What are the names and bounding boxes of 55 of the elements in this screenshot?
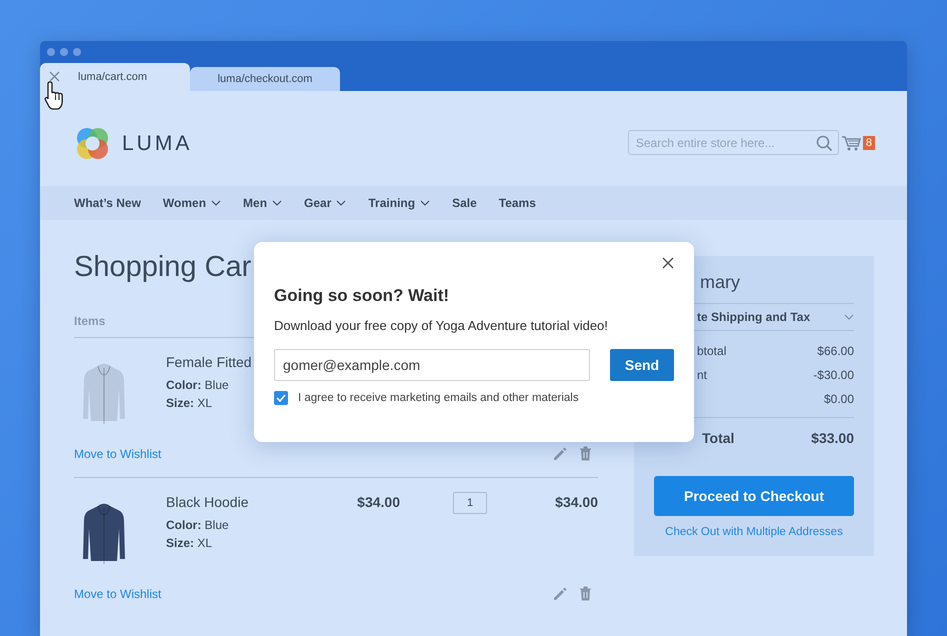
nav-item[interactable]: Gear: [304, 196, 346, 210]
window-dot: [60, 48, 68, 56]
nav-item[interactable]: Sale: [452, 196, 477, 210]
color-attribute: Color: Blue: [166, 517, 229, 534]
email-field[interactable]: gomer@example.com: [274, 349, 590, 381]
logo-text: LUMA: [122, 132, 192, 156]
browser-tab[interactable]: luma/cart.com: [40, 63, 190, 91]
logo-icon: [74, 125, 111, 162]
product-name[interactable]: Black Hoodie: [166, 494, 310, 510]
color-attribute: Color: Blue: [166, 377, 229, 394]
chevron-down-icon: [211, 200, 222, 206]
size-attribute: Size: XL: [166, 395, 212, 412]
window-dot: [47, 48, 55, 56]
chevron-down-icon: [336, 200, 346, 206]
search-field[interactable]: Search entire store here...: [628, 130, 839, 155]
summary-label: nt: [696, 367, 708, 384]
cart-icon[interactable]: [842, 134, 861, 150]
summary-value: $66.00: [817, 343, 854, 360]
page-title: Shopping Car: [74, 251, 252, 285]
cart-count: 8: [862, 136, 875, 150]
proceed-to-checkout-button[interactable]: Proceed to Checkout: [654, 476, 854, 516]
summary-label: btotal: [696, 343, 726, 360]
nav-item[interactable]: Men: [243, 196, 282, 210]
nav-item[interactable]: Teams: [498, 196, 536, 210]
close-icon[interactable]: [662, 257, 674, 269]
nav-item[interactable]: Training: [368, 196, 430, 210]
order-total-value: $33.00: [811, 429, 854, 448]
window-dot: [73, 48, 81, 56]
pencil-icon[interactable]: [552, 446, 567, 461]
tab-label: luma/checkout.com: [218, 73, 312, 85]
item-subtotal: $34.00: [554, 494, 598, 510]
order-total-label: Total: [701, 429, 734, 448]
hoodie-image: [80, 502, 128, 566]
browser-tab[interactable]: luma/checkout.com: [190, 67, 340, 91]
trash-icon[interactable]: [579, 446, 592, 461]
search-icon: [816, 134, 832, 150]
chevron-down-icon: [844, 314, 854, 320]
chevron-down-icon: [420, 200, 430, 206]
hoodie-image: [80, 362, 128, 426]
consent-checkbox[interactable]: [274, 391, 288, 405]
hand-cursor-icon: [44, 80, 66, 112]
trash-icon[interactable]: [579, 586, 592, 601]
send-button[interactable]: Send: [610, 349, 674, 381]
summary-value: -$30.00: [813, 367, 854, 384]
consent-label: I agree to receive marketing emails and other materials: [298, 392, 579, 404]
nav-item[interactable]: Women: [162, 196, 222, 210]
pencil-icon[interactable]: [552, 586, 567, 601]
item-price: $34.00: [356, 494, 400, 510]
size-attribute: Size: XL: [166, 535, 212, 552]
quantity-field[interactable]: 1: [453, 492, 487, 514]
nav-item[interactable]: What’s New: [74, 196, 141, 210]
tab-label: luma/cart.com: [78, 71, 148, 83]
chevron-down-icon: [272, 200, 282, 206]
dialog-title: Going so soon? Wait!: [274, 286, 450, 306]
summary-value: $0.00: [824, 391, 854, 408]
